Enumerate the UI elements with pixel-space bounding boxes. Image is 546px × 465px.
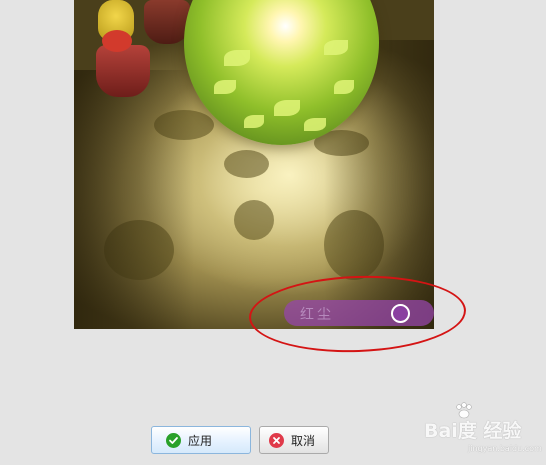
globe-leaf [224, 50, 250, 66]
leaf-shadow [224, 150, 269, 178]
globe-leaf [214, 80, 236, 94]
toy-figure-head [102, 30, 132, 52]
x-circle-icon [269, 432, 284, 448]
cancel-button-label: 取消 [291, 433, 316, 448]
flower-pot [96, 45, 150, 97]
baidu-jingyan-watermark: Bai度 经验 jingyan.baidu.com [424, 400, 544, 460]
brand-text: Bai度 经验 [424, 420, 522, 442]
apply-button-label: 应用 [188, 433, 213, 448]
check-circle-icon [166, 432, 181, 448]
apply-button[interactable]: 应用 [151, 426, 251, 454]
globe-leaf [244, 115, 264, 128]
cancel-button[interactable]: 取消 [259, 426, 329, 454]
globe-leaf [274, 100, 300, 116]
globe-leaf [334, 80, 354, 94]
globe-leaf [324, 40, 348, 55]
globe-leaf [304, 118, 326, 131]
brand-url: jingyan.baidu.com [468, 444, 542, 453]
leaf-shadow [234, 200, 274, 240]
photo-shade-left [74, 70, 194, 329]
